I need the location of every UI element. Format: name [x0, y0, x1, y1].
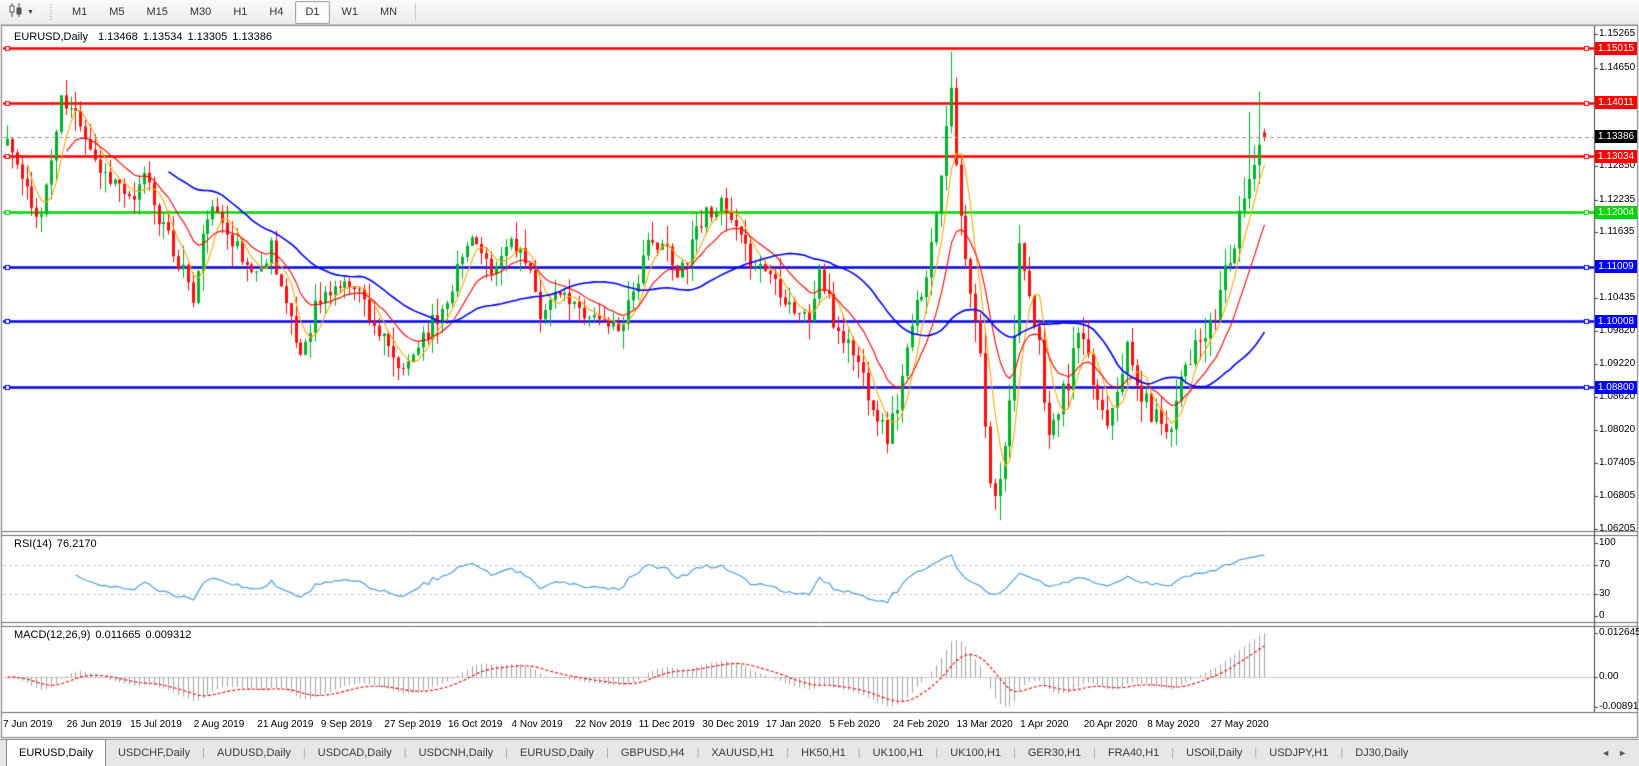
symbol-tab-usdjpy-h1[interactable]: USDJPY,H1: [1257, 740, 1340, 766]
symbol-tab-audusd-daily[interactable]: AUDUSD,Daily: [205, 740, 303, 766]
symbol-tab-xauusd-h1[interactable]: XAUUSD,H1: [699, 740, 786, 766]
symbol-tab-ger30-h1[interactable]: GER30,H1: [1016, 740, 1093, 766]
symbol-tab-usoil-daily[interactable]: USOil,Daily: [1174, 740, 1254, 766]
trading-platform: ▼ M1M5M15M30H1H4D1W1MN EURUSD,Daily1.134…: [0, 0, 1639, 766]
symbol-tab-usdcad-daily[interactable]: USDCAD,Daily: [306, 740, 404, 766]
symbol-tab-uk100-h1[interactable]: UK100,H1: [861, 740, 936, 766]
symbol-tabbar: EURUSD,DailyUSDCHF,Daily|AUDUSD,Daily|US…: [0, 739, 1639, 766]
symbol-tab-dj30-daily[interactable]: DJ30,Daily: [1343, 740, 1420, 766]
symbol-tab-gbpusd-h4[interactable]: GBPUSD,H4: [609, 740, 697, 766]
symbol-tab-eurusd-daily[interactable]: EURUSD,Daily: [508, 740, 606, 766]
price-chart-canvas[interactable]: [0, 0, 1639, 766]
symbol-tab-uk100-h1[interactable]: UK100,H1: [938, 740, 1013, 766]
tab-scroll-arrows: ◄ ►: [1597, 740, 1639, 766]
symbol-tab-eurusd-daily[interactable]: EURUSD,Daily: [6, 739, 106, 766]
symbol-tab-usdchf-daily[interactable]: USDCHF,Daily: [106, 740, 202, 766]
symbol-tab-hk50-h1[interactable]: HK50,H1: [789, 740, 858, 766]
tab-scroll-right-icon[interactable]: ►: [1614, 748, 1631, 758]
tab-scroll-left-icon[interactable]: ◄: [1597, 748, 1614, 758]
symbol-tab-usdcnh-daily[interactable]: USDCNH,Daily: [407, 740, 506, 766]
symbol-tab-fra40-h1[interactable]: FRA40,H1: [1096, 740, 1171, 766]
symbol-tabs: EURUSD,DailyUSDCHF,Daily|AUDUSD,Daily|US…: [0, 740, 1420, 766]
